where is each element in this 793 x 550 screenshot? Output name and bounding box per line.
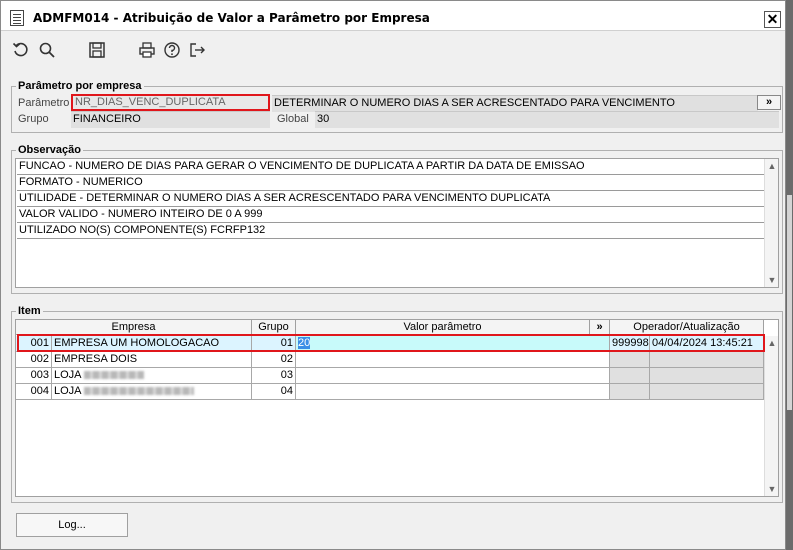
background-scroll-thumb	[787, 195, 792, 410]
observacao-line: UTILIZADO NO(S) COMPONENTE(S) FCRFP132	[17, 223, 765, 239]
item-group-title: Item	[16, 305, 43, 317]
observacao-line: FUNCAO - NUMERO DE DIAS PARA GERAR O VEN…	[17, 159, 765, 175]
row-atualizacao	[650, 384, 764, 400]
observacao-line: UTILIDADE - DETERMINAR O NUMERO DIAS A S…	[17, 191, 765, 207]
redacted-text	[83, 371, 144, 380]
help-icon[interactable]	[162, 40, 182, 60]
row-grupo: 04	[252, 384, 296, 400]
document-icon	[10, 10, 24, 26]
col-header-valor[interactable]: Valor parâmetro	[296, 320, 590, 335]
global-label: Global	[277, 113, 309, 125]
print-icon[interactable]	[137, 40, 157, 60]
row-empresa-cell: LOJA	[52, 384, 252, 400]
row-grupo: 03	[252, 368, 296, 384]
redacted-text	[83, 387, 194, 396]
parametro-label: Parâmetro	[18, 97, 70, 109]
row-empresa: LOJA	[54, 369, 81, 381]
toolbar	[1, 32, 785, 66]
row-atualizacao	[650, 352, 764, 368]
row-grupo: 01	[252, 336, 296, 352]
window-title: ADMFM014 - Atribuição de Valor a Parâmet…	[33, 11, 430, 25]
row-grupo: 02	[252, 352, 296, 368]
col-header-operador[interactable]: Operador/Atualização	[610, 320, 764, 335]
row-code: 001	[16, 336, 52, 352]
row-empresa: EMPRESA DOIS	[52, 352, 252, 368]
exit-icon[interactable]	[187, 40, 207, 60]
observacao-textarea[interactable]: FUNCAO - NUMERO DE DIAS PARA GERAR O VEN…	[15, 158, 779, 288]
row-operador	[610, 384, 650, 400]
parametro-group-title: Parâmetro por empresa	[16, 80, 144, 92]
log-button[interactable]: Log...	[16, 513, 128, 537]
search-icon[interactable]	[37, 40, 57, 60]
refresh-icon[interactable]	[11, 40, 31, 60]
scroll-down-icon[interactable]: ▼	[765, 482, 779, 496]
row-valor-text: 20	[298, 337, 311, 349]
row-valor-input[interactable]	[296, 352, 610, 368]
observacao-line: VALOR VALIDO - NUMERO INTEIRO DE 0 A 999	[17, 207, 765, 223]
close-button[interactable]: ✕	[764, 11, 781, 28]
observacao-group-title: Observação	[16, 144, 83, 156]
scroll-up-icon[interactable]: ▲	[765, 159, 779, 173]
main-window: ADMFM014 - Atribuição de Valor a Parâmet…	[0, 0, 786, 550]
row-operador	[610, 368, 650, 384]
parametro-field[interactable]: NR_DIAS_VENC_DUPLICATA	[71, 94, 270, 111]
row-operador: 999998	[610, 336, 650, 352]
col-header-empresa[interactable]: Empresa	[16, 320, 252, 335]
row-valor-input[interactable]	[296, 368, 610, 384]
col-header-expand-button[interactable]: »	[590, 320, 610, 335]
row-code: 004	[16, 384, 52, 400]
col-header-grupo[interactable]: Grupo	[252, 320, 296, 335]
scroll-down-icon[interactable]: ▼	[765, 273, 779, 287]
global-field: 30	[315, 111, 779, 128]
row-empresa-cell: LOJA	[52, 368, 252, 384]
row-empresa: EMPRESA UM HOMOLOGACAO	[52, 336, 252, 352]
row-operador	[610, 352, 650, 368]
row-empresa: LOJA	[54, 385, 81, 397]
row-valor-input[interactable]: 20	[296, 336, 610, 352]
row-atualizacao	[650, 368, 764, 384]
parametro-description: DETERMINAR O NUMERO DIAS A SER ACRESCENT…	[272, 95, 758, 112]
row-code: 003	[16, 368, 52, 384]
row-valor-input[interactable]	[296, 384, 610, 400]
grupo-field: FINANCEIRO	[71, 111, 270, 128]
grupo-label: Grupo	[18, 113, 49, 125]
parametro-expand-button[interactable]: »	[757, 95, 781, 110]
row-code: 002	[16, 352, 52, 368]
save-icon[interactable]	[87, 40, 107, 60]
scroll-up-icon[interactable]: ▲	[765, 336, 779, 350]
observacao-line: FORMATO - NUMERICO	[17, 175, 765, 191]
item-grid-scrollbar[interactable]: ▲ ▼	[764, 336, 778, 496]
row-atualizacao: 04/04/2024 13:45:21	[650, 336, 764, 352]
item-grid: Empresa Grupo Valor parâmetro » Operador…	[15, 319, 779, 497]
title-bar: ADMFM014 - Atribuição de Valor a Parâmet…	[1, 1, 785, 31]
observacao-scrollbar[interactable]: ▲ ▼	[764, 159, 778, 287]
